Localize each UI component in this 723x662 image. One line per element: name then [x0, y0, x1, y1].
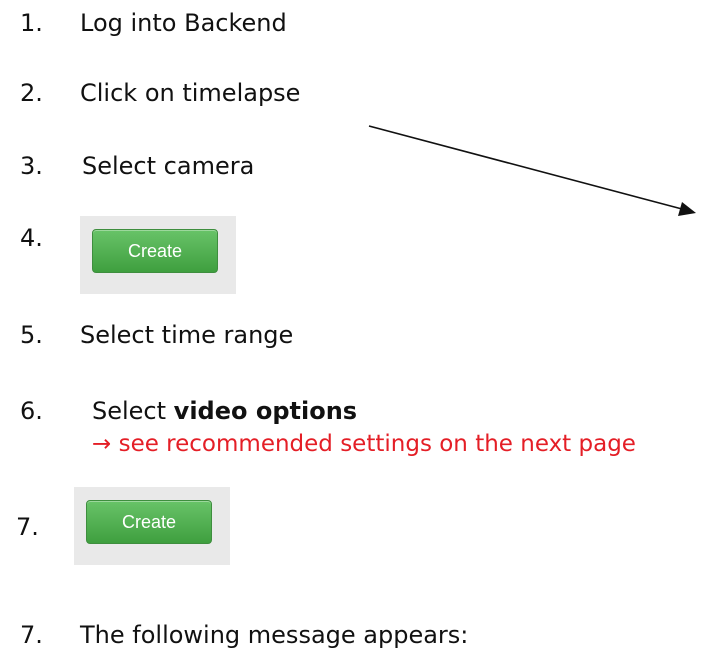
pointer-arrow-icon: [368, 125, 696, 216]
